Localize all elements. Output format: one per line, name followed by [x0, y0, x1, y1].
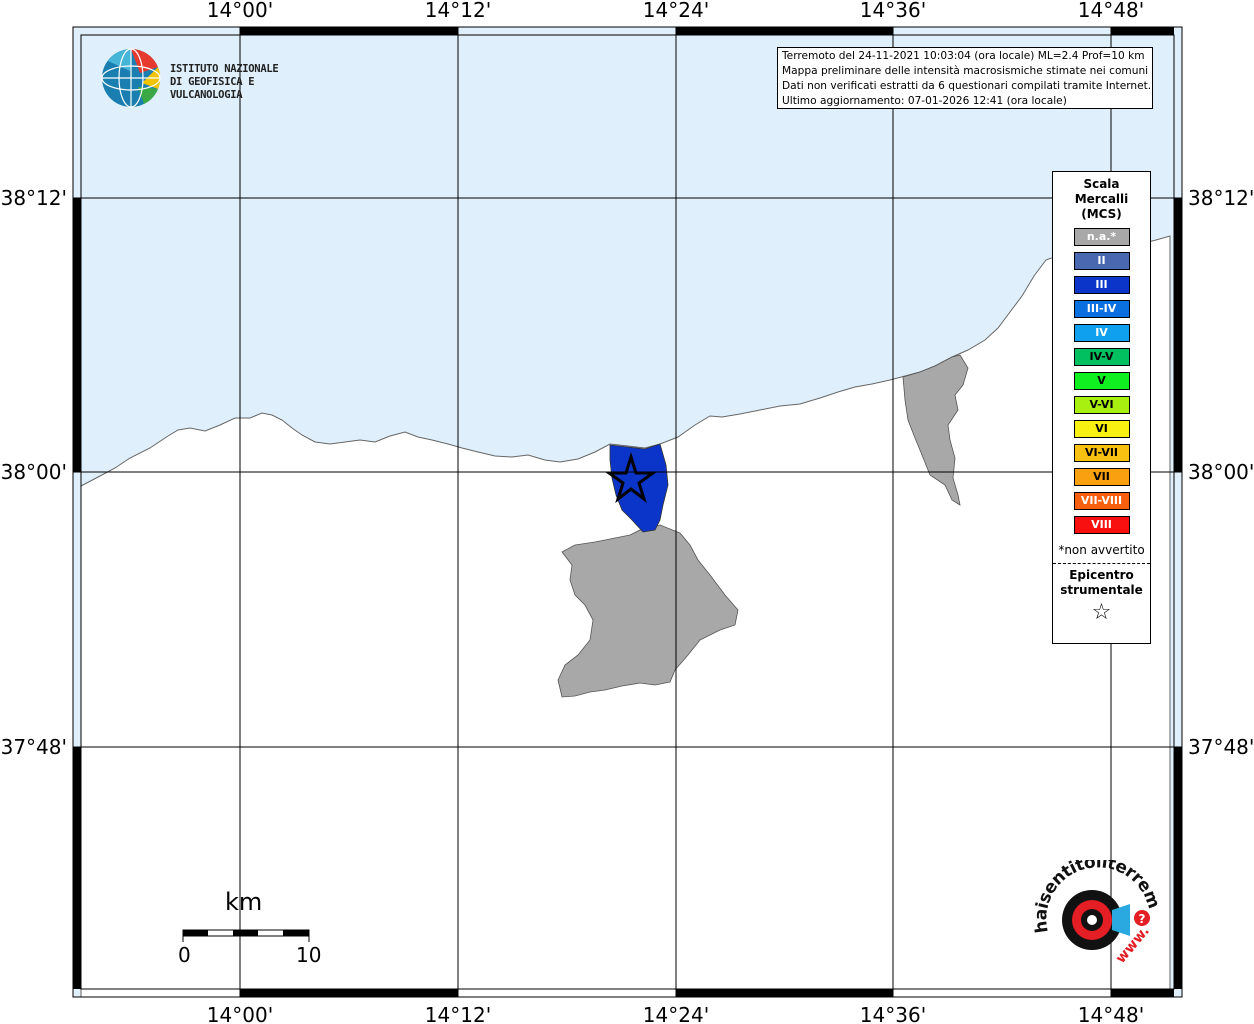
ingv-name-line2: DI GEOFISICA E VULCANOLOGIA: [170, 76, 255, 101]
legend-swatch-n-a: n.a.*: [1073, 228, 1130, 246]
scale-min-label: 0: [178, 943, 191, 967]
lat-label-right-2: 38°00': [1188, 460, 1254, 484]
legend-title-line1: Scala: [1083, 177, 1120, 191]
legend-epicenter-line2: strumentale: [1060, 583, 1143, 597]
lon-label-bottom-4: 14°36': [860, 1003, 926, 1024]
lat-label-left-3: 37°48': [1, 735, 67, 759]
lon-label-top-1: 14°00': [207, 0, 273, 22]
legend-note: *non avvertito: [1058, 543, 1145, 557]
lon-label-top-2: 14°12': [425, 0, 491, 22]
legend-swatch-v: V: [1073, 372, 1130, 390]
legend-swatch-vii: VII: [1073, 468, 1130, 486]
haisentito-logo-graphic: haisentitoilterremoto.it www. ?: [1024, 845, 1164, 967]
legend-title-line2: Mercalli: [1074, 192, 1129, 206]
legend-swatch-iii: III: [1073, 276, 1130, 294]
event-info-line4: Ultimo aggiornamento: 07-01-2026 12:41 (…: [782, 95, 1067, 107]
legend-swatch-vi-vii: VI-VII: [1073, 444, 1130, 462]
legend-classes: n.a.* II III III-IV IV IV-V V V-VI VI VI-VII VII VI…: [1053, 228, 1150, 534]
legend-epicenter-line1: Epicentro: [1069, 568, 1134, 582]
ingv-name-line1: ISTITUTO NAZIONALE: [170, 63, 279, 75]
event-info-line2: Mappa preliminare delle intensità macros…: [782, 65, 1149, 77]
scale-unit: km: [225, 888, 263, 916]
legend-separator: [1053, 563, 1150, 564]
legend-swatch-viii: VIII: [1073, 516, 1130, 534]
legend-swatch-vii-viii: VII-VIII: [1073, 492, 1130, 510]
lon-label-bottom-3: 14°24': [643, 1003, 709, 1024]
lon-label-bottom-5: 14°48': [1078, 1003, 1144, 1024]
lon-label-bottom-2: 14°12': [425, 1003, 491, 1024]
event-info-box: Terremoto del 24-11-2021 10:03:04 (ora l…: [777, 47, 1153, 109]
scale-max-label: 10: [296, 943, 322, 967]
svg-text:?: ?: [1139, 912, 1146, 926]
legend-title-line3: (MCS): [1081, 207, 1122, 221]
lon-label-top-5: 14°48': [1078, 0, 1144, 22]
legend-star-icon: ☆: [1091, 600, 1112, 625]
ingv-logo: ISTITUTO NAZIONALE DI GEOFISICA E VULCAN…: [100, 47, 330, 111]
legend-swatch-iv: IV: [1073, 324, 1130, 342]
event-info-line3: Dati non verificati estratti da 6 questi…: [782, 80, 1152, 92]
haisentito-logo: haisentitoilterremoto.it www. ?: [1024, 845, 1170, 980]
event-info-line1: Terremoto del 24-11-2021 10:03:04 (ora l…: [782, 50, 1145, 62]
scale-bar: km 0 10: [170, 888, 330, 978]
lat-label-right-1: 38°12': [1188, 186, 1254, 210]
lon-label-top-4: 14°36': [860, 0, 926, 22]
lat-label-right-3: 37°48': [1188, 735, 1254, 759]
legend-swatch-ii: II: [1073, 252, 1130, 270]
globe-icon: [101, 48, 161, 108]
legend-swatch-iii-iv: III-IV: [1073, 300, 1130, 318]
mcs-legend: Scala Mercalli (MCS) n.a.* II III III-IV IV I…: [1052, 171, 1151, 644]
legend-swatch-iv-v: IV-V: [1073, 348, 1130, 366]
legend-swatch-vi: VI: [1073, 420, 1130, 438]
legend-swatch-v-vi: V-VI: [1073, 396, 1130, 414]
lat-label-left-2: 38°00': [1, 460, 67, 484]
lat-label-left-1: 38°12': [1, 186, 67, 210]
lon-label-top-3: 14°24': [643, 0, 709, 22]
lon-label-bottom-1: 14°00': [207, 1003, 273, 1024]
